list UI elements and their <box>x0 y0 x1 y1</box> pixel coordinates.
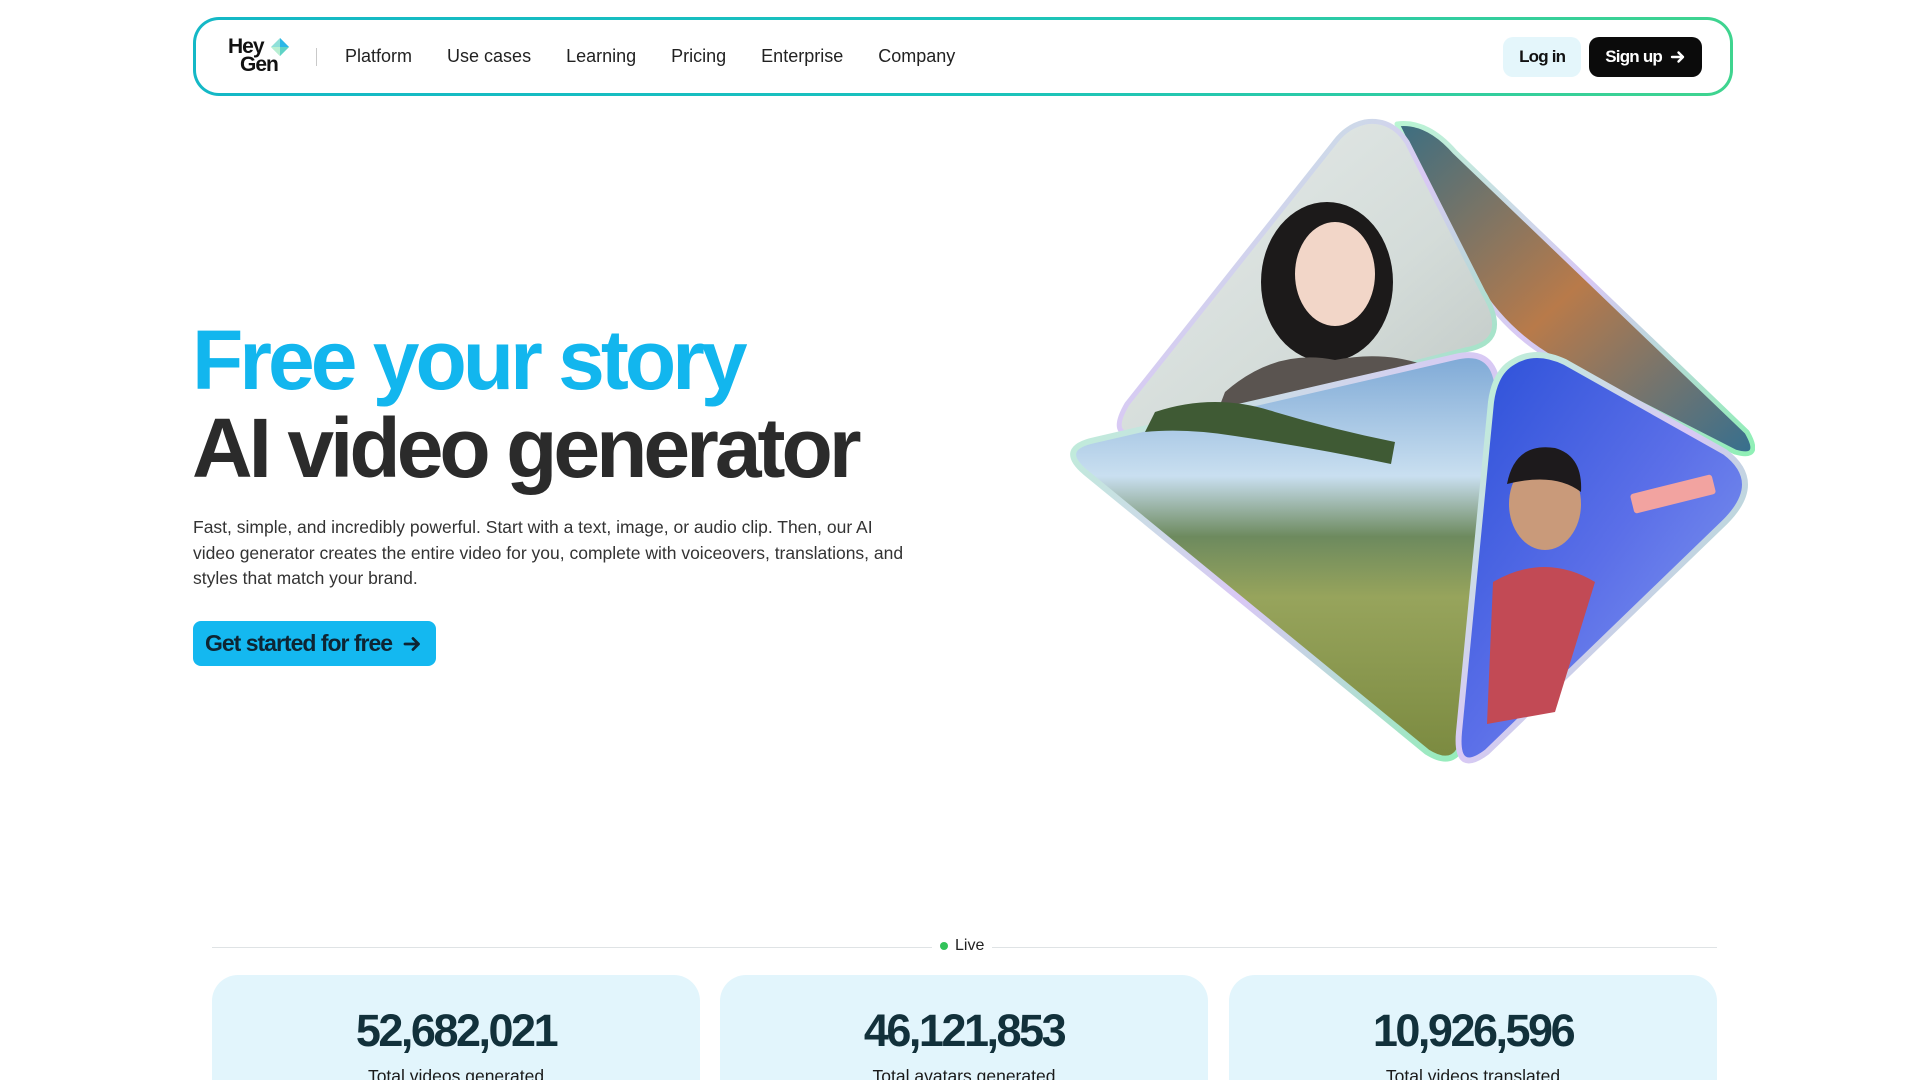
get-started-button-label: Get started for free <box>205 630 393 656</box>
signup-button[interactable]: Sign up <box>1589 36 1702 77</box>
hero-description: Fast, simple, and incredibly powerful. S… <box>193 517 904 588</box>
live-indicator: Live <box>932 937 993 955</box>
nav-links: Platform Use cases Learning Pricing Ente… <box>345 46 955 67</box>
nav-actions: Log in Sign up <box>1503 36 1702 77</box>
portrait-face <box>1295 222 1375 326</box>
hero-crystal-video-collage <box>1070 118 1755 764</box>
hero-title: AI video generator <box>192 401 862 495</box>
login-button[interactable]: Log in <box>1503 36 1582 77</box>
stat-value: 10,926,596 <box>1372 1005 1576 1056</box>
nav-link-enterprise[interactable]: Enterprise <box>761 46 843 67</box>
arrow-right-icon <box>1670 50 1685 63</box>
nav-link-platform[interactable]: Platform <box>345 46 412 67</box>
stat-value: 52,682,021 <box>355 1005 559 1056</box>
stat-label: Total videos translated <box>1385 1066 1561 1080</box>
nav-link-use-cases[interactable]: Use cases <box>447 46 531 67</box>
heygen-logo[interactable]: Hey Gen <box>228 35 292 79</box>
logo-mark-icon <box>271 37 289 56</box>
navbar-inner: Hey Gen Platform Use cases Learning Pric… <box>196 20 1730 93</box>
live-label: Live <box>955 937 985 954</box>
stat-card-avatars-generated: 46,121,853 Total avatars generated <box>720 975 1208 1080</box>
stat-card-videos-translated: 10,926,596 Total videos translated <box>1229 975 1717 1080</box>
stat-value: 46,121,853 <box>863 1005 1067 1056</box>
stat-card-videos-generated: 52,682,021 Total videos generated <box>212 975 700 1080</box>
nav-link-pricing[interactable]: Pricing <box>671 46 726 67</box>
hero-title-highlight: Free your story <box>192 313 748 407</box>
live-dot-icon <box>940 942 948 950</box>
nav-divider <box>316 47 317 66</box>
nav-link-company[interactable]: Company <box>878 46 955 67</box>
stat-label: Total avatars generated <box>872 1066 1056 1080</box>
arrow-right-icon <box>403 636 420 651</box>
nav-link-learning[interactable]: Learning <box>566 46 636 67</box>
top-navbar: Hey Gen Platform Use cases Learning Pric… <box>193 17 1733 96</box>
stat-label: Total videos generated <box>367 1066 545 1080</box>
get-started-button[interactable]: Get started for free <box>193 621 437 666</box>
signup-button-label: Sign up <box>1605 46 1663 66</box>
